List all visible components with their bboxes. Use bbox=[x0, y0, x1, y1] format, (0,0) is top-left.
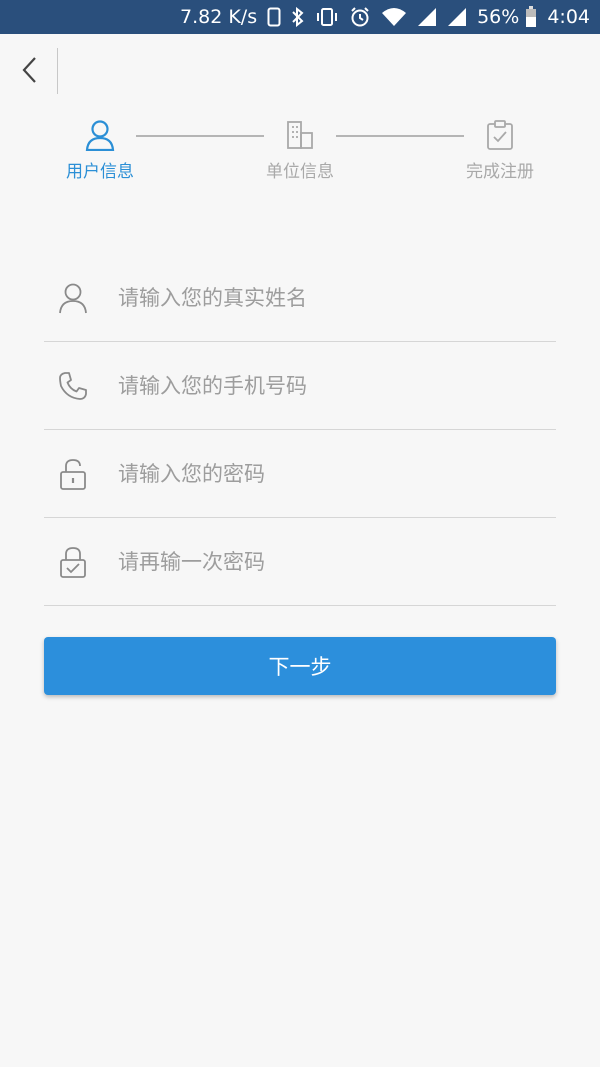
confirm-password-field bbox=[44, 518, 556, 606]
step-user-info: 用户信息 bbox=[45, 118, 155, 182]
user-icon bbox=[45, 118, 155, 152]
chevron-left-icon bbox=[20, 55, 40, 89]
next-step-button[interactable]: 下一步 bbox=[44, 637, 556, 695]
step-label: 完成注册 bbox=[466, 162, 534, 182]
wifi-icon bbox=[381, 7, 407, 27]
bluetooth-icon bbox=[291, 7, 305, 27]
clock-time: 4:04 bbox=[547, 6, 590, 28]
name-input[interactable] bbox=[118, 285, 538, 310]
vibrate-icon bbox=[315, 7, 339, 27]
clipboard-check-icon bbox=[445, 118, 555, 152]
status-bar: 7.82 K/s 56% 4:04 bbox=[0, 0, 600, 34]
registration-form bbox=[44, 254, 556, 606]
confirm-password-input[interactable] bbox=[118, 549, 538, 574]
step-company-info: 单位信息 bbox=[245, 118, 355, 182]
net-speed: 7.82 K/s bbox=[179, 6, 258, 28]
battery-percent: 56% bbox=[477, 6, 520, 28]
phone-input[interactable] bbox=[118, 373, 538, 398]
battery-icon bbox=[525, 6, 537, 28]
back-button[interactable] bbox=[10, 52, 50, 92]
header-divider bbox=[57, 48, 58, 94]
step-label: 单位信息 bbox=[266, 162, 334, 182]
phone-field bbox=[44, 342, 556, 430]
registration-steps: 用户信息 单位信息 完成注册 bbox=[0, 118, 600, 188]
alarm-icon bbox=[349, 6, 371, 28]
step-label: 用户信息 bbox=[66, 162, 134, 182]
signal-icon bbox=[417, 7, 437, 27]
step-complete: 完成注册 bbox=[445, 118, 555, 182]
phone-icon bbox=[44, 370, 102, 402]
top-bar bbox=[0, 34, 600, 116]
signal-icon bbox=[447, 7, 467, 27]
password-input[interactable] bbox=[118, 461, 538, 486]
user-icon bbox=[44, 282, 102, 314]
lock-check-icon bbox=[44, 545, 102, 579]
lock-open-icon bbox=[44, 457, 102, 491]
phone-outline-icon bbox=[267, 7, 281, 27]
name-field bbox=[44, 254, 556, 342]
password-field bbox=[44, 430, 556, 518]
building-icon bbox=[245, 118, 355, 152]
